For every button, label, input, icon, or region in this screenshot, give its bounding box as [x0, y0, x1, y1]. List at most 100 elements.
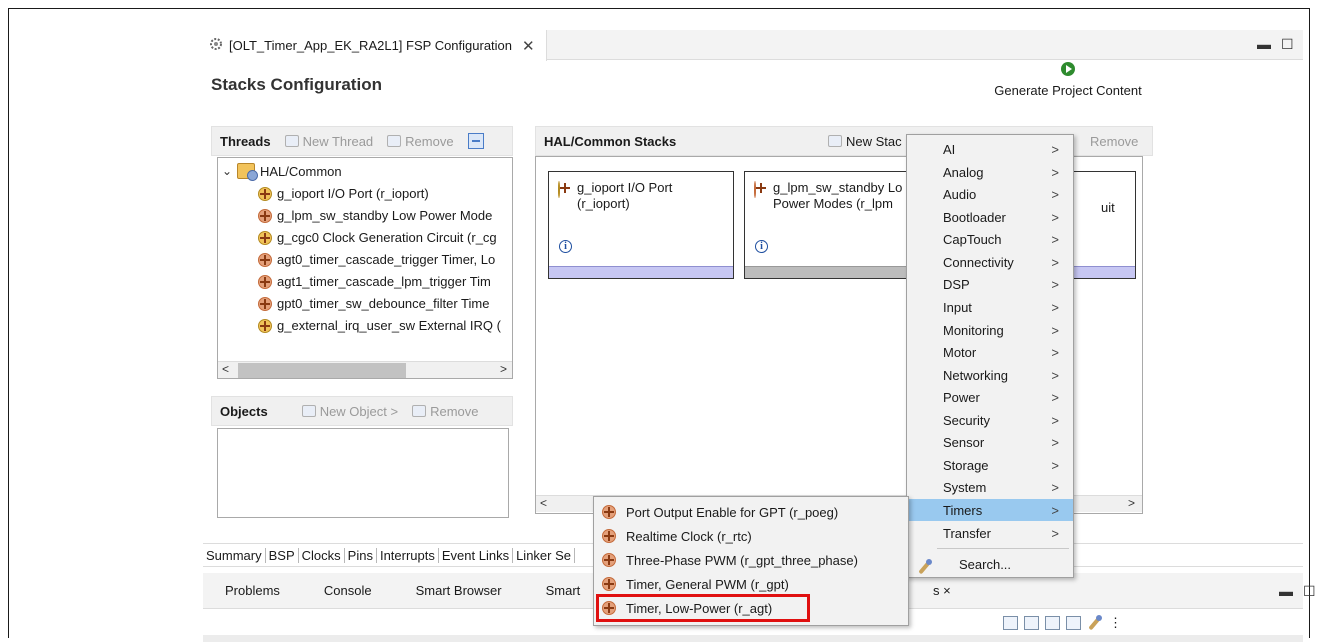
scroll-left-icon[interactable]: < — [540, 496, 547, 510]
new-stack-button[interactable]: New Stac — [828, 134, 902, 149]
tree-item[interactable]: gpt0_timer_sw_debounce_filter Time — [258, 296, 489, 311]
scroll-left-icon[interactable]: < — [222, 362, 229, 376]
threads-scrollbar[interactable]: < > — [218, 361, 512, 378]
maximize-icon[interactable]: ☐ — [1281, 36, 1294, 53]
tree-item[interactable]: agt0_timer_cascade_trigger Timer, Lo — [258, 252, 495, 267]
new-object-button[interactable]: New Object > — [301, 404, 398, 419]
scroll-right-icon[interactable]: > — [500, 362, 507, 376]
tree-item[interactable]: g_external_irq_user_sw External IRQ ( — [258, 318, 501, 333]
gear-icon — [209, 37, 223, 54]
tab-smart-browser[interactable]: Smart Browser — [394, 583, 524, 598]
objects-title: Objects — [220, 403, 268, 419]
new-stack-label: New Stac — [846, 133, 902, 149]
tab-event-links[interactable]: Event Links — [439, 547, 514, 563]
menu-item-label: Power — [943, 389, 980, 405]
submenu-item-gpt[interactable]: Timer, General PWM (r_gpt) — [594, 573, 908, 595]
wrench-icon[interactable] — [1087, 615, 1103, 631]
info-icon[interactable]: i — [559, 240, 572, 253]
menu-item-analog[interactable]: Analog > — [907, 161, 1073, 183]
remove-object-button[interactable]: Remove — [412, 403, 479, 419]
tab-fsp-configuration[interactable]: [OLT_Timer_App_EK_RA2L1] FSP Configurati… — [203, 30, 547, 61]
new-thread-button[interactable]: New Thread — [284, 134, 373, 149]
open-view-icon[interactable] — [1003, 616, 1018, 630]
menu-item-power[interactable]: Power > — [907, 386, 1073, 408]
menu-item-label: AI — [943, 141, 956, 157]
component-icon — [754, 181, 756, 198]
component-icon — [258, 296, 272, 311]
minimize-icon[interactable]: ▬ — [1257, 36, 1271, 52]
chevron-right-icon: > — [1051, 254, 1059, 270]
play-icon — [1061, 62, 1075, 76]
tree-item[interactable]: g_cgc0 Clock Generation Circuit (r_cg — [258, 230, 497, 245]
objects-list — [217, 428, 509, 518]
close-icon[interactable]: ✕ — [522, 37, 535, 55]
submenu-item-gpt-three-phase[interactable]: Three-Phase PWM (r_gpt_three_phase) — [594, 549, 908, 571]
menu-item-ai[interactable]: AI > — [907, 138, 1073, 160]
remove-stack-button[interactable]: Remove — [1090, 134, 1138, 149]
remove-label: Remove — [405, 133, 454, 149]
tab-summary[interactable]: Summary — [203, 547, 266, 563]
menu-item-motor[interactable]: Motor > — [907, 341, 1073, 363]
chevron-right-icon: > — [1051, 164, 1059, 180]
tree-item[interactable]: g_lpm_sw_standby Low Power Mode — [258, 208, 492, 223]
remove-label: Remove — [430, 403, 479, 419]
tree-view-icon[interactable] — [1024, 616, 1039, 630]
scroll-right-icon[interactable]: > — [1128, 496, 1135, 510]
tab-clocks[interactable]: Clocks — [299, 547, 345, 563]
generate-project-content-button[interactable]: Generate Project Content — [983, 62, 1153, 98]
menu-item-timers[interactable]: Timers > — [907, 499, 1073, 521]
search-view-icon[interactable] — [1066, 616, 1081, 630]
tab-linker-settings[interactable]: Linker Se — [513, 547, 575, 563]
filter-icon[interactable] — [1045, 616, 1060, 630]
submenu-item-poeg[interactable]: Port Output Enable for GPT (r_poeg) — [594, 501, 908, 523]
menu-item-transfer[interactable]: Transfer > — [907, 522, 1073, 544]
more-options-icon[interactable]: ⋮ — [1109, 615, 1122, 631]
menu-item-networking[interactable]: Networking > — [907, 364, 1073, 386]
tree-root-hal-common[interactable]: ⌄ HAL/Common — [222, 163, 342, 181]
stack-card-ioport[interactable]: g_ioport I/O Port (r_ioport) i — [548, 171, 734, 279]
tree-root-label: HAL/Common — [260, 163, 342, 179]
stack-card-line1: g_ioport I/O Port — [577, 180, 673, 195]
menu-item-connectivity[interactable]: Connectivity > — [907, 251, 1073, 273]
menu-item-label: Security — [943, 412, 990, 428]
chevron-right-icon: > — [1051, 231, 1059, 247]
stack-card-lpm[interactable]: g_lpm_sw_standby Lo Power Modes (r_lpm i — [744, 171, 930, 279]
chevron-right-icon: > — [1051, 141, 1059, 157]
menu-item-monitoring[interactable]: Monitoring > — [907, 319, 1073, 341]
menu-item-security[interactable]: Security > — [907, 409, 1073, 431]
menu-item-label: Storage — [943, 457, 989, 473]
tab-problems[interactable]: Problems — [203, 583, 302, 598]
chevron-right-icon: > — [1051, 525, 1059, 541]
tab-interrupts[interactable]: Interrupts — [377, 547, 439, 563]
menu-item-label: Sensor — [943, 434, 985, 450]
menu-item-system[interactable]: System > — [907, 476, 1073, 498]
tab-pins[interactable]: Pins — [345, 547, 377, 563]
component-icon — [258, 230, 272, 245]
status-strip — [203, 635, 1303, 642]
collapse-all-icon[interactable] — [467, 133, 484, 149]
tree-item-label: agt1_timer_cascade_lpm_trigger Tim — [277, 274, 491, 289]
tab-bsp[interactable]: BSP — [266, 547, 299, 563]
tree-item[interactable]: g_ioport I/O Port (r_ioport) — [258, 186, 429, 201]
menu-item-storage[interactable]: Storage > — [907, 454, 1073, 476]
menu-item-audio[interactable]: Audio > — [907, 183, 1073, 205]
tab-console[interactable]: Console — [302, 583, 394, 598]
menu-item-bootloader[interactable]: Bootloader > — [907, 206, 1073, 228]
tab-smart-manual[interactable]: Smart — [524, 583, 603, 598]
menu-item-dsp[interactable]: DSP > — [907, 273, 1073, 295]
menu-item-search[interactable]: Search... — [907, 553, 1073, 575]
menu-item-sensor[interactable]: Sensor > — [907, 431, 1073, 453]
menu-item-captouch[interactable]: CapTouch > — [907, 228, 1073, 250]
maximize-icon[interactable]: ☐ — [1281, 583, 1318, 600]
menu-item-label: Analog — [943, 164, 984, 180]
info-icon[interactable]: i — [755, 240, 768, 253]
tab-properties-partial[interactable]: s × — [933, 583, 951, 598]
submenu-item-rtc[interactable]: Realtime Clock (r_rtc) — [594, 525, 908, 547]
threads-title: Threads — [220, 133, 271, 149]
remove-thread-button[interactable]: Remove — [387, 133, 454, 149]
scroll-thumb[interactable] — [238, 363, 406, 378]
menu-item-input[interactable]: Input > — [907, 296, 1073, 318]
chevron-down-icon[interactable]: ⌄ — [222, 164, 232, 178]
chevron-right-icon: > — [1051, 412, 1059, 428]
tree-item[interactable]: agt1_timer_cascade_lpm_trigger Tim — [258, 274, 491, 289]
